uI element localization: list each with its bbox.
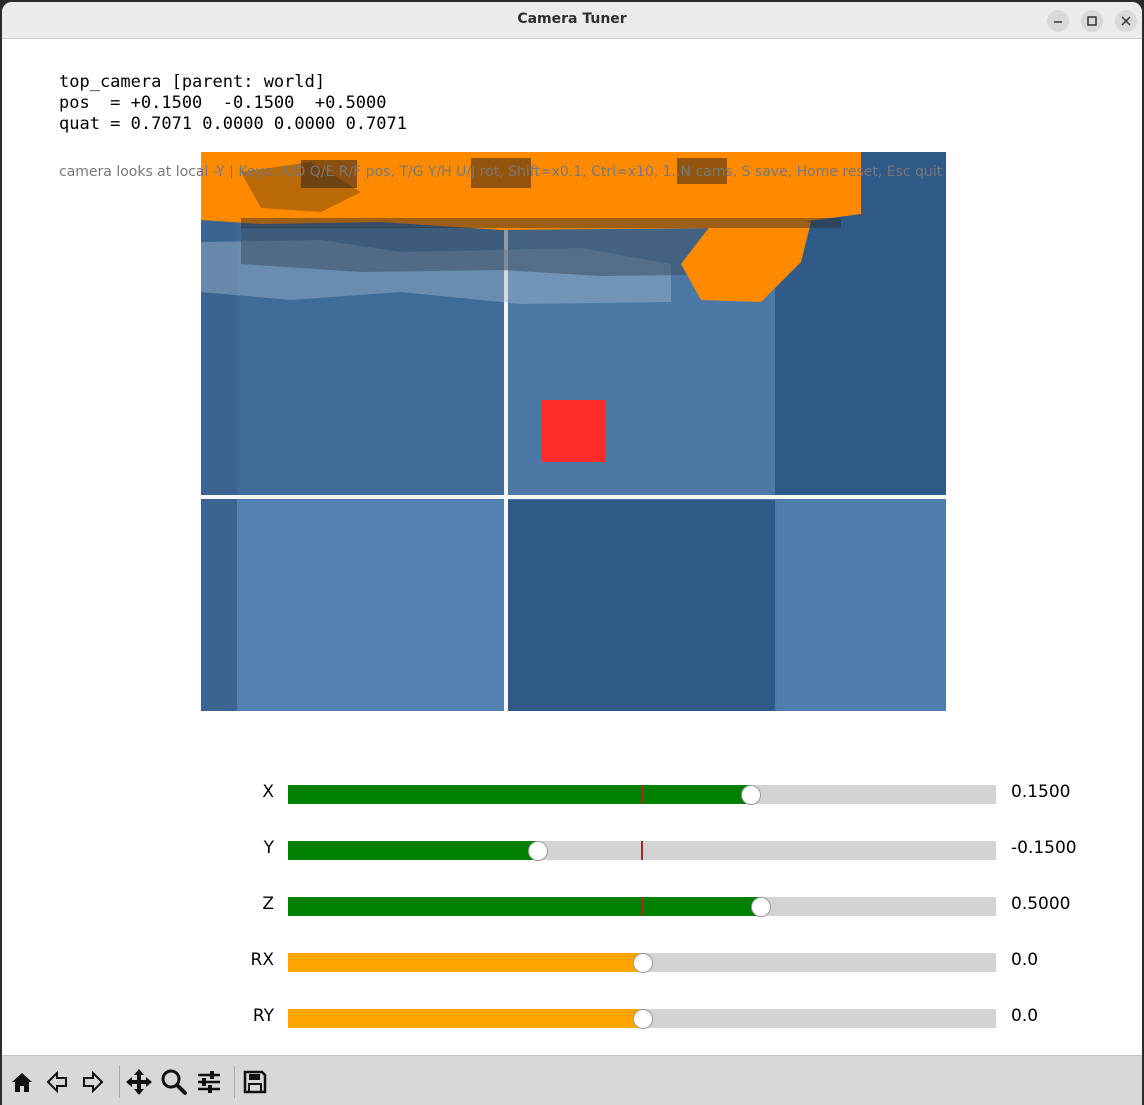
- close-icon: [1121, 16, 1131, 26]
- slider-y-track[interactable]: [288, 841, 996, 861]
- slider-ry-fill: [288, 1009, 642, 1028]
- configure-subplots-icon: [198, 1071, 220, 1093]
- slider-rx-handle[interactable]: [633, 953, 653, 973]
- back-icon: [46, 1070, 67, 1094]
- slider-y-handle[interactable]: [528, 841, 548, 861]
- pan-button[interactable]: [124, 1067, 154, 1097]
- slider-y-fill: [288, 841, 537, 860]
- save-figure-button[interactable]: [240, 1067, 270, 1097]
- save-icon: [243, 1070, 267, 1094]
- configure-subplots-button[interactable]: [194, 1067, 224, 1097]
- slider-y-center-marker: [641, 841, 643, 860]
- slider-z-track[interactable]: [288, 897, 996, 917]
- slider-rx[interactable]: RX 0.0: [2, 949, 1142, 973]
- slider-x[interactable]: X 0.1500: [2, 781, 1142, 805]
- slider-y-value: -0.1500: [1011, 838, 1077, 858]
- title-bar[interactable]: Camera Tuner: [2, 2, 1142, 39]
- slider-x-label: X: [262, 782, 274, 802]
- home-button[interactable]: [7, 1067, 37, 1097]
- camera-quat-line: quat = 0.7071 0.0000 0.0000 0.7071: [59, 114, 407, 134]
- window-title: Camera Tuner: [517, 11, 627, 27]
- figure-canvas[interactable]: top_camera [parent: world] pos = +0.1500 …: [2, 39, 1142, 1055]
- minimize-icon: [1054, 21, 1062, 23]
- toolbar-separator: [234, 1066, 235, 1098]
- maximize-icon: [1087, 16, 1097, 26]
- slider-x-center-marker: [641, 785, 643, 804]
- camera-info: top_camera [parent: world] pos = +0.1500 …: [59, 72, 407, 135]
- slider-rx-fill: [288, 953, 642, 972]
- slider-rx-value: 0.0: [1011, 950, 1039, 970]
- camera-view-render: [201, 152, 946, 711]
- keyboard-hint: camera looks at local -Y | Keys: A/D Q/E…: [59, 164, 943, 180]
- slider-ry-value: 0.0: [1011, 1006, 1039, 1026]
- camera-tuner-window: Camera Tuner top_camera [parent: world] p…: [2, 2, 1142, 1105]
- camera-name-line: top_camera [parent: world]: [59, 72, 326, 92]
- slider-z-label: Z: [262, 894, 274, 914]
- forward-icon: [83, 1070, 104, 1094]
- minimize-button[interactable]: [1047, 10, 1069, 32]
- slider-x-value: 0.1500: [1011, 782, 1071, 802]
- slider-z-value: 0.5000: [1011, 894, 1071, 914]
- navigation-toolbar: [2, 1055, 1142, 1105]
- zoom-icon: [161, 1069, 187, 1095]
- close-button[interactable]: [1115, 10, 1137, 32]
- slider-ry[interactable]: RY 0.0: [2, 1005, 1142, 1029]
- slider-ry-label: RY: [252, 1006, 274, 1026]
- pan-icon: [126, 1069, 152, 1095]
- slider-z-center-marker: [641, 897, 643, 916]
- slider-x-handle[interactable]: [741, 785, 761, 805]
- slider-rx-label: RX: [250, 950, 274, 970]
- camera-pos-line: pos = +0.1500 -0.1500 +0.5000: [59, 93, 387, 113]
- home-icon: [12, 1073, 32, 1092]
- slider-x-track[interactable]: [288, 785, 996, 805]
- slider-z[interactable]: Z 0.5000: [2, 893, 1142, 917]
- forward-button[interactable]: [78, 1067, 108, 1097]
- camera-view[interactable]: [201, 152, 946, 711]
- back-button[interactable]: [42, 1067, 72, 1097]
- slider-z-fill: [288, 897, 760, 916]
- slider-ry-track[interactable]: [288, 1009, 996, 1029]
- zoom-button[interactable]: [159, 1067, 189, 1097]
- slider-y-label: Y: [263, 838, 274, 858]
- maximize-button[interactable]: [1081, 10, 1103, 32]
- toolbar-separator: [119, 1066, 120, 1098]
- slider-y[interactable]: Y -0.1500: [2, 837, 1142, 861]
- slider-ry-handle[interactable]: [633, 1009, 653, 1029]
- slider-z-handle[interactable]: [751, 897, 771, 917]
- slider-x-fill: [288, 785, 750, 804]
- slider-rx-track[interactable]: [288, 953, 996, 973]
